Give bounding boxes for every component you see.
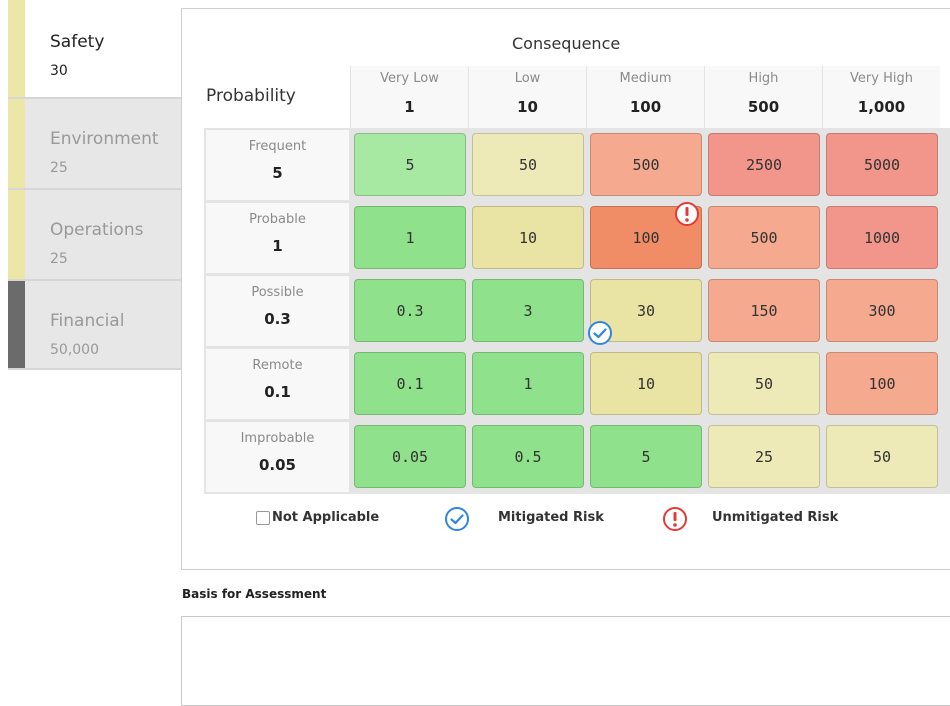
risk-cell[interactable]: 1 xyxy=(472,352,584,415)
probability-title: Probability xyxy=(206,86,296,106)
column-label: Very Low xyxy=(380,71,439,86)
risk-cell[interactable]: 25 xyxy=(708,425,820,488)
risk-cell[interactable]: 500 xyxy=(590,133,702,196)
risk-cell[interactable]: 0.3 xyxy=(354,279,466,342)
column-label: Low xyxy=(514,71,541,86)
tab-value: 25 xyxy=(50,160,68,176)
risk-cell[interactable]: 0.05 xyxy=(354,425,466,488)
risk-cell[interactable]: 50 xyxy=(472,133,584,196)
tab-environment[interactable]: Environment 25 xyxy=(8,99,182,190)
mitigated-risk-label: Mitigated Risk xyxy=(498,510,604,525)
risk-cell[interactable]: 5 xyxy=(354,133,466,196)
row-value: 0.1 xyxy=(264,383,291,401)
row-header-frequent: Frequent 5 xyxy=(206,130,349,200)
risk-cell[interactable]: 1 xyxy=(354,206,466,269)
tab-name: Environment xyxy=(50,129,159,149)
category-tabs: Safety 30 Environment 25 Operations 25 F… xyxy=(8,0,182,370)
column-label: Very High xyxy=(850,71,913,86)
row-value: 0.05 xyxy=(258,456,296,474)
not-applicable-checkbox[interactable] xyxy=(256,511,270,525)
row-label: Improbable xyxy=(240,431,315,446)
risk-cell[interactable]: 10 xyxy=(472,206,584,269)
tab-name: Operations xyxy=(50,220,144,240)
column-value: 10 xyxy=(517,98,538,116)
tab-accent-bar xyxy=(8,0,25,97)
tab-accent-bar xyxy=(8,281,25,368)
risk-cell[interactable]: 0.5 xyxy=(472,425,584,488)
row-label: Possible xyxy=(251,285,304,300)
tab-name: Safety xyxy=(50,32,105,52)
column-header-very-high: Very High 1,000 xyxy=(822,66,940,128)
column-header-medium: Medium 100 xyxy=(586,66,704,128)
risk-cell[interactable]: 500 xyxy=(708,206,820,269)
row-header-remote: Remote 0.1 xyxy=(206,349,349,419)
basis-for-assessment-label: Basis for Assessment xyxy=(182,587,327,601)
risk-cell[interactable]: 0.1 xyxy=(354,352,466,415)
tab-safety[interactable]: Safety 30 xyxy=(8,0,182,99)
tab-financial[interactable]: Financial 50,000 xyxy=(8,281,182,370)
tab-name: Financial xyxy=(50,311,125,331)
unmitigated-risk-label: Unmitigated Risk xyxy=(712,510,839,525)
tab-value: 50,000 xyxy=(50,342,99,358)
tab-accent-bar xyxy=(8,190,25,279)
column-value: 1 xyxy=(404,98,415,116)
unmitigated-risk-legend-icon xyxy=(663,507,687,531)
row-value: 5 xyxy=(272,164,283,182)
column-label: Medium xyxy=(619,71,672,86)
column-header-high: High 500 xyxy=(704,66,822,128)
column-label: High xyxy=(748,71,779,86)
column-header-low: Low 10 xyxy=(468,66,586,128)
risk-cell[interactable]: 50 xyxy=(826,425,938,488)
row-value: 1 xyxy=(272,237,283,255)
risk-cell[interactable]: 300 xyxy=(826,279,938,342)
tab-operations[interactable]: Operations 25 xyxy=(8,190,182,281)
risk-cell[interactable]: 5000 xyxy=(826,133,938,196)
basis-for-assessment-input[interactable] xyxy=(181,616,950,706)
risk-cell[interactable]: 5 xyxy=(590,425,702,488)
risk-cell[interactable]: 10 xyxy=(590,352,702,415)
column-header-very-low: Very Low 1 xyxy=(350,66,468,128)
consequence-title: Consequence xyxy=(512,34,621,53)
tab-value: 25 xyxy=(50,251,68,267)
risk-cell[interactable]: 150 xyxy=(708,279,820,342)
row-header-improbable: Improbable 0.05 xyxy=(206,422,349,492)
mitigated-risk-icon xyxy=(588,321,612,345)
risk-cell[interactable]: 1000 xyxy=(826,206,938,269)
column-value: 1,000 xyxy=(857,98,906,116)
tab-value: 30 xyxy=(50,63,68,79)
row-label: Probable xyxy=(249,212,306,227)
row-header-possible: Possible 0.3 xyxy=(206,276,349,346)
row-label: Remote xyxy=(252,358,303,373)
risk-cell[interactable]: 3 xyxy=(472,279,584,342)
tab-accent-bar xyxy=(8,99,25,188)
row-header-probable: Probable 1 xyxy=(206,203,349,273)
column-value: 500 xyxy=(747,98,780,116)
not-applicable-label: Not Applicable xyxy=(272,510,380,525)
unmitigated-risk-icon xyxy=(675,202,699,226)
mitigated-risk-legend-icon xyxy=(445,507,469,531)
row-value: 0.3 xyxy=(264,310,291,328)
risk-cell[interactable]: 100 xyxy=(826,352,938,415)
risk-cell[interactable]: 50 xyxy=(708,352,820,415)
column-value: 100 xyxy=(629,98,662,116)
risk-cell[interactable]: 2500 xyxy=(708,133,820,196)
row-label: Frequent xyxy=(248,139,307,154)
